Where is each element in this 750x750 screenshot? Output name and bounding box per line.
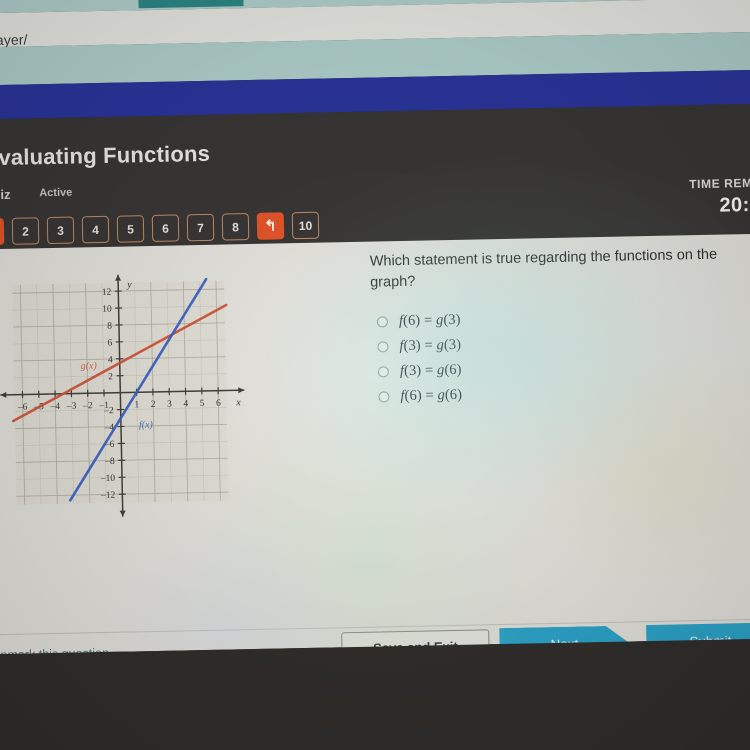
nav-pill-8[interactable]: 8: [221, 213, 250, 241]
nav-pill-10[interactable]: 10: [291, 211, 320, 240]
answer-choices[interactable]: f(6) = g(3) f(3) = g(3) f(3) = g(6) f(6) = …: [376, 303, 719, 410]
svg-text:6: 6: [107, 338, 112, 348]
svg-text:x: x: [235, 397, 241, 408]
svg-text:g(x): g(x): [81, 361, 98, 372]
svg-text:–4: –4: [50, 402, 61, 412]
nav-pill-label: 8: [232, 219, 239, 234]
svg-text:–10: –10: [100, 474, 116, 484]
question-panel: –6–5–4–3–2–112345612108642–2–4–6–8–10–12…: [0, 233, 750, 665]
answer-choice-label: f(3) = g(3): [399, 336, 462, 355]
quiz-header: Evaluating Functions Quiz Active TIME RE…: [0, 103, 750, 250]
svg-text:2: 2: [151, 400, 156, 410]
question-prompt: Which statement is true regarding the fu…: [369, 246, 718, 291]
nav-pill-label: 5: [127, 221, 135, 236]
function-graph: –6–5–4–3–2–112345612108642–2–4–6–8–10–12…: [0, 252, 257, 527]
nav-pill-label: 3: [57, 223, 65, 238]
nav-pill-label: 4: [92, 222, 100, 237]
screenshot-photo: Player/ nk Evaluating Functions Quiz Act…: [0, 0, 750, 750]
nav-pill-5[interactable]: 5: [116, 215, 145, 243]
svg-text:–2: –2: [82, 401, 93, 411]
radio-button[interactable]: [377, 341, 389, 353]
nav-pill-3[interactable]: 3: [46, 216, 75, 245]
svg-text:12: 12: [102, 288, 112, 298]
svg-text:1: 1: [134, 400, 139, 410]
radio-button[interactable]: [377, 366, 390, 378]
nav-pill-label: 6: [162, 221, 170, 236]
svg-text:y: y: [126, 279, 132, 290]
svg-text:–8: –8: [104, 457, 115, 467]
svg-text:–6: –6: [17, 403, 28, 413]
answer-choice-label: f(6) = g(6): [400, 386, 463, 405]
svg-text:–12: –12: [100, 491, 116, 501]
answer-choice-label: f(3) = g(6): [399, 361, 462, 380]
svg-text:6: 6: [216, 399, 221, 409]
nav-pill-label: 10: [298, 218, 313, 233]
nav-pill-flagged[interactable]: ⚑: [0, 217, 5, 246]
svg-text:3: 3: [167, 400, 172, 410]
nav-pill-current[interactable]: ↰: [256, 212, 285, 240]
svg-text:–3: –3: [66, 402, 77, 412]
svg-text:10: 10: [102, 305, 112, 315]
page-title: Evaluating Functions: [0, 140, 211, 171]
nav-pill-6[interactable]: 6: [151, 214, 180, 242]
svg-text:f(x): f(x): [139, 420, 154, 431]
nav-pill-4[interactable]: 4: [81, 215, 110, 244]
svg-text:4: 4: [183, 399, 188, 409]
radio-button[interactable]: [378, 391, 390, 403]
quiz-type-label: Quiz: [0, 186, 11, 203]
svg-text:4: 4: [108, 355, 113, 365]
question-number-nav[interactable]: ⚑ 2 3 4 5 6 7 8 ↰ 10: [0, 211, 320, 246]
svg-text:–2: –2: [103, 406, 114, 416]
nav-pill-7[interactable]: 7: [186, 213, 215, 242]
back-arrow-icon: ↰: [264, 217, 277, 235]
nav-pill-2[interactable]: 2: [11, 217, 40, 245]
monitor-bezel: [0, 638, 750, 750]
svg-text:5: 5: [200, 399, 205, 409]
graph-svg: –6–5–4–3–2–112345612108642–2–4–6–8–10–12…: [0, 274, 245, 517]
browser-tab[interactable]: [138, 0, 244, 9]
nav-pill-label: 7: [197, 220, 205, 235]
radio-button[interactable]: [376, 316, 389, 328]
time-remaining-label: TIME REMAINING: [689, 175, 750, 192]
quiz-state-badge: Active: [39, 186, 73, 200]
screen-content: Player/ nk Evaluating Functions Quiz Act…: [0, 0, 750, 750]
answer-choice-label: f(6) = g(3): [398, 311, 461, 330]
svg-text:2: 2: [108, 372, 113, 382]
svg-text:8: 8: [107, 322, 112, 332]
nav-pill-label: 2: [22, 223, 30, 239]
time-remaining-value: 20:25: [719, 193, 750, 217]
